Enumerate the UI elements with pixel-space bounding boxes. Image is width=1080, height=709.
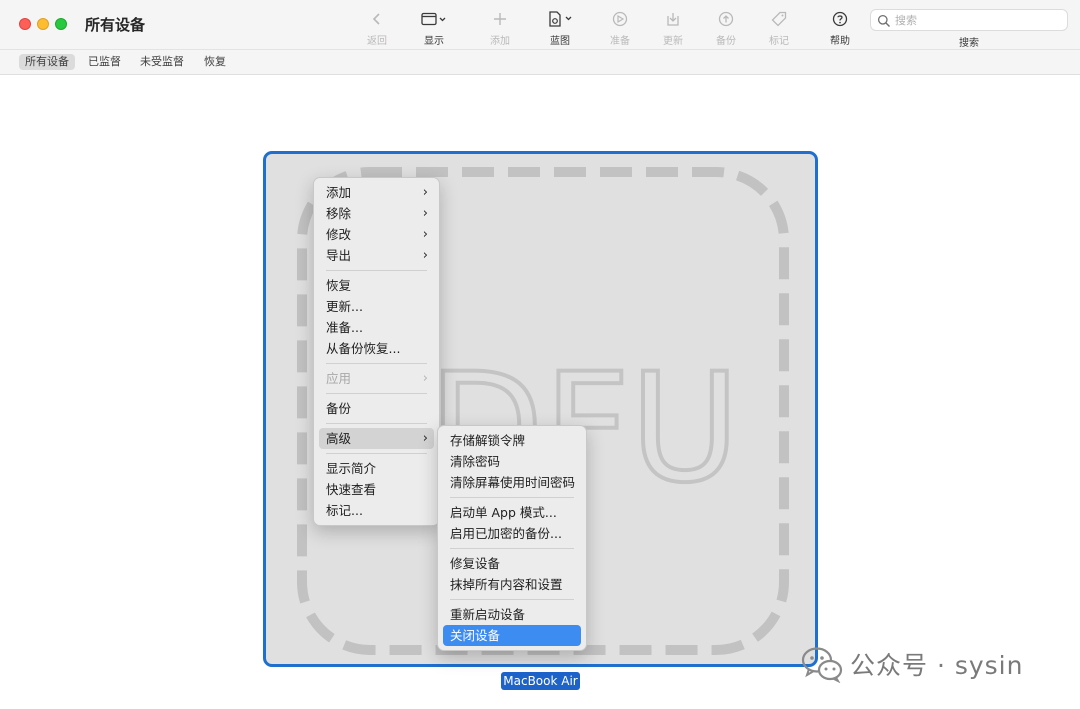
menu-item-modify[interactable]: 修改 › [314, 224, 439, 245]
watermark: 公众号 · sysin [800, 644, 1023, 684]
search-icon [877, 13, 891, 27]
watermark-text: 公众号 · sysin [850, 651, 1024, 680]
menu-item-remove[interactable]: 移除 › [314, 203, 439, 224]
scope-bar: 所有设备 已监督 未受监督 恢复 [0, 50, 1080, 75]
update-button[interactable]: 更新 [643, 8, 703, 47]
search-input[interactable] [895, 12, 1063, 28]
menu-separator [450, 599, 574, 600]
device-name-label[interactable]: MacBook Air [501, 672, 580, 690]
close-window-button[interactable] [19, 18, 31, 30]
toolbar: 所有设备 返回 显示 添加 蓝图 准备 更新 备份 标记 帮助 搜索 搜索 [0, 0, 1080, 50]
scope-all-devices[interactable]: 所有设备 [19, 54, 75, 70]
blueprint-button[interactable]: 蓝图 [530, 8, 590, 47]
add-button[interactable]: 添加 [470, 8, 530, 47]
prepare-button[interactable]: 准备 [590, 8, 650, 47]
view-button[interactable]: 显示 [404, 8, 464, 47]
menu-item-add[interactable]: 添加 › [314, 182, 439, 203]
menu-item-advanced[interactable]: 高级 › [319, 428, 434, 449]
submenu-item-revive-device[interactable]: 修复设备 [438, 553, 586, 574]
search-field[interactable] [870, 9, 1068, 31]
chevron-right-icon: › [422, 185, 428, 200]
tag-button[interactable]: 标记 [749, 8, 809, 47]
plus-icon [470, 8, 530, 30]
scope-supervised[interactable]: 已监督 [82, 54, 127, 70]
submenu-item-clear-screen-time-passcode[interactable]: 清除屏幕使用时间密码 [438, 472, 586, 493]
menu-item-tag[interactable]: 标记... [314, 500, 439, 521]
scope-unsupervised[interactable]: 未受监督 [134, 54, 190, 70]
prepare-gauge-icon [590, 8, 650, 30]
search-label: 搜索 [959, 38, 979, 49]
help-circle-icon [810, 8, 870, 30]
advanced-submenu: 存储解锁令牌 清除密码 清除屏幕使用时间密码 启动单 App 模式... 启用已… [437, 425, 587, 651]
menu-item-prepare[interactable]: 准备... [314, 317, 439, 338]
menu-item-restore[interactable]: 恢复 [314, 275, 439, 296]
menu-item-export[interactable]: 导出 › [314, 245, 439, 266]
update-tray-icon [643, 8, 703, 30]
help-button[interactable]: 帮助 [810, 8, 870, 47]
submenu-item-restart-device[interactable]: 重新启动设备 [438, 604, 586, 625]
menu-separator [326, 270, 427, 271]
menu-item-restore-from-backup[interactable]: 从备份恢复... [314, 338, 439, 359]
submenu-item-store-unlock-token[interactable]: 存储解锁令牌 [438, 430, 586, 451]
back-button[interactable]: 返回 [347, 8, 407, 47]
zoom-window-button[interactable] [55, 18, 67, 30]
configurator-window: 所有设备 返回 显示 添加 蓝图 准备 更新 备份 标记 帮助 搜索 搜索 所有… [0, 0, 1080, 709]
menu-item-apps: 应用 › [314, 368, 439, 389]
menu-separator [450, 497, 574, 498]
chevron-right-icon: › [422, 431, 428, 446]
minimize-window-button[interactable] [37, 18, 49, 30]
menu-separator [326, 453, 427, 454]
tag-icon [749, 8, 809, 30]
menu-separator [326, 363, 427, 364]
submenu-item-encrypted-backup[interactable]: 启用已加密的备份... [438, 523, 586, 544]
chevron-right-icon: › [422, 227, 428, 242]
chevron-right-icon: › [422, 206, 428, 221]
menu-separator [326, 393, 427, 394]
menu-item-quick-look[interactable]: 快速查看 [314, 479, 439, 500]
menu-item-get-info[interactable]: 显示简介 [314, 458, 439, 479]
menu-item-backup[interactable]: 备份 [314, 398, 439, 419]
chevron-right-icon: › [422, 371, 428, 386]
wechat-icon [801, 647, 843, 683]
submenu-item-erase-all[interactable]: 抹掉所有内容和设置 [438, 574, 586, 595]
submenu-item-single-app-mode[interactable]: 启动单 App 模式... [438, 502, 586, 523]
chevron-left-icon [347, 8, 407, 30]
scope-recovery[interactable]: 恢复 [198, 54, 232, 70]
backup-button[interactable]: 备份 [696, 8, 756, 47]
menu-item-update[interactable]: 更新... [314, 296, 439, 317]
submenu-item-clear-passcode[interactable]: 清除密码 [438, 451, 586, 472]
window-view-icon [404, 8, 464, 30]
blueprint-doc-icon [530, 8, 590, 30]
chevron-right-icon: › [422, 248, 428, 263]
menu-separator [450, 548, 574, 549]
window-title: 所有设备 [85, 16, 146, 34]
context-menu: 添加 › 移除 › 修改 › 导出 › 恢复 更新... 准备... 从备份恢复... … [313, 177, 440, 526]
menu-separator [326, 423, 427, 424]
backup-circle-icon [696, 8, 756, 30]
submenu-item-shut-down-device[interactable]: 关闭设备 [443, 625, 581, 646]
